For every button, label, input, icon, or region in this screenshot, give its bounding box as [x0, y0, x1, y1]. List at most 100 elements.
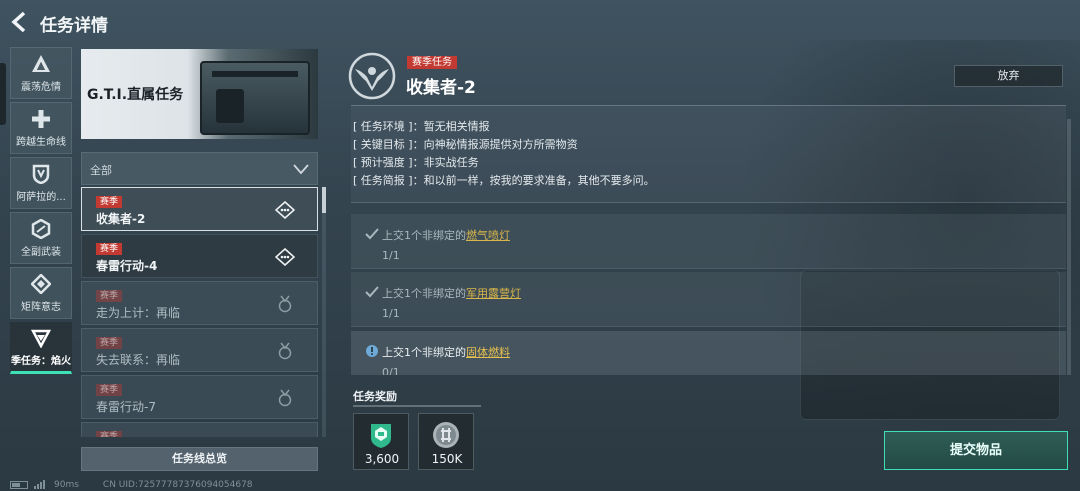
- quest-detail-panel: 赛季任务 收集者-2 放弃 [ 任务环境 ]：暂无相关情报 [ 关键目标 ]：向…: [344, 47, 1072, 375]
- reward-amount: 150K: [431, 452, 463, 466]
- objective-progress: 1/1: [382, 249, 400, 262]
- rewards-divider: [353, 405, 481, 407]
- objective-item: 上交1个非绑定的固体燃料 0/1: [351, 331, 1066, 375]
- triangle-a-icon: [32, 54, 50, 72]
- info-row: [ 关键目标 ]：向神秘情报源提供对方所需物资: [353, 138, 578, 151]
- objective-progress: 0/1: [382, 366, 400, 375]
- checkmark-icon: [365, 286, 379, 298]
- objective-item-link[interactable]: 军用露营灯: [466, 287, 521, 300]
- reward-amount: 3,600: [364, 452, 400, 466]
- edge-pull-tab[interactable]: [0, 63, 6, 125]
- season-quest-tag: 赛季任务: [407, 56, 457, 69]
- reward-item[interactable]: 150K: [418, 413, 474, 470]
- sidebar-item-label: 阿萨拉的...: [16, 191, 66, 203]
- sidebar-item-4[interactable]: 矩阵意志: [10, 267, 72, 319]
- sidebar-item-label: 全副武装: [21, 246, 61, 258]
- sidebar-item-label: 季任务：焰火: [11, 355, 71, 367]
- submit-items-button[interactable]: 提交物品: [884, 431, 1068, 470]
- quest-name: 走为上计：再临: [96, 306, 181, 320]
- objective-item: 上交1个非绑定的燃气喷灯 1/1: [351, 214, 1066, 269]
- ping-value: 90ms: [54, 479, 79, 490]
- quest-title: 收集者-2: [406, 78, 476, 98]
- info-key: [ 关键目标 ]: [353, 138, 413, 151]
- reward-item[interactable]: 3,600: [353, 413, 409, 470]
- sidebar-item-5[interactable]: 季任务：焰火: [10, 322, 72, 374]
- quest-item[interactable]: 赛季: [81, 422, 318, 437]
- green-badge-icon: [371, 424, 391, 448]
- quest-item[interactable]: 赛季 走为上计：再临: [81, 281, 318, 325]
- chevron-down-emblem-icon: [31, 329, 51, 348]
- objective-text: 上交1个非绑定的燃气喷灯: [382, 229, 510, 242]
- sidebar-item-label: 矩阵意志: [21, 301, 61, 313]
- objective-item: 上交1个非绑定的军用露营灯 1/1: [351, 272, 1066, 327]
- tracking-diamond-icon: [275, 201, 295, 219]
- season-tag: 赛季: [96, 196, 123, 208]
- checkmark-icon: [365, 228, 379, 240]
- cross-icon: [32, 109, 50, 128]
- silver-coin-icon: [433, 422, 459, 448]
- sidebar-item-label: 跨越生命线: [16, 136, 66, 148]
- user-uid: CN UID:7257778737609405467​8: [102, 479, 253, 490]
- info-key: [ 预计强度 ]: [353, 156, 413, 169]
- quest-item[interactable]: 赛季 失去联系：再临: [81, 328, 318, 372]
- signal-icon: [34, 480, 48, 489]
- quest-list-scrollbar[interactable]: [322, 187, 326, 437]
- objective-item-link[interactable]: 燃气喷灯: [466, 229, 510, 242]
- sidebar-item-label: 震荡危情: [21, 81, 61, 93]
- quest-name: 春雷行动-7: [96, 400, 156, 414]
- sidebar-item-2[interactable]: 阿萨拉的...: [10, 157, 72, 209]
- objective-progress: 1/1: [382, 307, 400, 320]
- info-value: 暂无相关情报: [423, 120, 490, 133]
- info-row: [ 任务环境 ]：暂无相关情报: [353, 120, 490, 133]
- battery-icon: [10, 480, 28, 489]
- objective-list: 上交1个非绑定的燃气喷灯 1/1 上交1个非绑定的军用露营灯 1/1 上交1个非…: [351, 208, 1066, 375]
- quest-name: 失去联系：再临: [96, 353, 181, 367]
- objective-text: 上交1个非绑定的军用露营灯: [382, 287, 521, 300]
- quest-info-box: [ 任务环境 ]：暂无相关情报 [ 关键目标 ]：向神秘情报源提供对方所需物资 …: [351, 105, 1066, 203]
- page-title: 任务详情: [40, 16, 108, 36]
- info-value: 和以前一样，按我的要求准备，其他不要多问。: [423, 174, 655, 187]
- eagle-emblem-icon: [348, 52, 396, 100]
- info-value: 向神秘情报源提供对方所需物资: [423, 138, 578, 151]
- info-row: [ 任务简报 ]：和以前一样，按我的要求准备，其他不要多问。: [353, 174, 655, 187]
- questline-overview-button[interactable]: 任务线总览: [81, 447, 318, 471]
- season-tag: 赛季: [96, 243, 123, 255]
- abandon-button[interactable]: 放弃: [954, 65, 1063, 87]
- chevron-down-icon: [293, 164, 309, 175]
- diamond-icon: [31, 273, 51, 294]
- status-bar: 90ms CN UID:7257778737609405467​8: [10, 478, 253, 491]
- info-row: [ 预计强度 ]：非实战任务: [353, 156, 479, 169]
- info-key: [ 任务环境 ]: [353, 120, 413, 133]
- sidebar-item-3[interactable]: 全副武装: [10, 212, 72, 264]
- shield-icon: [32, 164, 50, 184]
- info-alert-icon: [366, 345, 378, 357]
- rewards-title: 任务奖励: [353, 390, 397, 403]
- medal-icon: [278, 295, 292, 313]
- season-tag: 赛季: [96, 384, 123, 396]
- quest-item[interactable]: 赛季 春雷行动-7: [81, 375, 318, 419]
- questline-banner: G.T.I.直属任务: [81, 49, 318, 139]
- info-value: 非实战任务: [423, 156, 479, 169]
- detail-scrollbar[interactable]: [1067, 119, 1071, 375]
- season-tag: 赛季: [96, 431, 123, 437]
- category-sidebar: 震荡危情 跨越生命线 阿萨拉的... 全副武装 矩阵意志 季任务：焰火: [10, 47, 72, 377]
- objective-item-link[interactable]: 固体燃料: [466, 346, 510, 359]
- back-arrow-icon[interactable]: [10, 11, 30, 33]
- objective-text: 上交1个非绑定的固体燃料: [382, 346, 510, 359]
- tracking-diamond-icon: [275, 248, 295, 266]
- medal-icon: [278, 389, 292, 407]
- season-tag: 赛季: [96, 290, 123, 302]
- quest-item[interactable]: 赛季 收集者-2: [81, 187, 318, 231]
- season-tag: 赛季: [96, 337, 123, 349]
- quest-list: 赛季 收集者-2 赛季 春雷行动-4 赛季 走为上计：再临 赛季 失去联系：再临…: [81, 187, 318, 437]
- quest-name: 春雷行动-4: [96, 259, 158, 273]
- info-key: [ 任务简报 ]: [353, 174, 413, 187]
- quest-filter-dropdown[interactable]: 全部: [81, 152, 318, 185]
- banner-title: G.T.I.直属任务: [87, 87, 184, 103]
- sidebar-item-0[interactable]: 震荡危情: [10, 47, 72, 99]
- scrollbar-thumb[interactable]: [322, 187, 326, 213]
- sidebar-item-1[interactable]: 跨越生命线: [10, 102, 72, 154]
- filter-label: 全部: [90, 164, 112, 177]
- quest-item[interactable]: 赛季 春雷行动-4: [81, 234, 318, 278]
- medal-icon: [278, 342, 292, 360]
